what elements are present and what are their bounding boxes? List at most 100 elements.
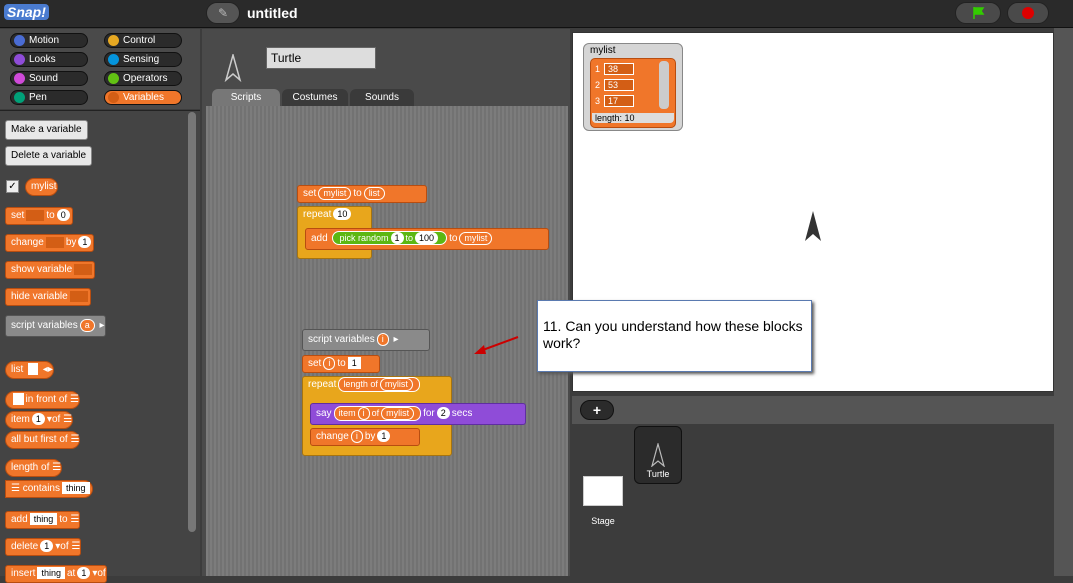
row-value[interactable]: 38 bbox=[604, 63, 635, 75]
script2-change-block[interactable]: change i by 1 bbox=[310, 428, 420, 446]
script2-set-block[interactable]: set i to 1 bbox=[302, 355, 380, 373]
list-watcher[interactable]: mylist 1 38 2 53 3 17 length: 10 bbox=[583, 43, 683, 131]
palette-scrollbar[interactable] bbox=[188, 112, 196, 532]
list-block[interactable]: list ◂▸ bbox=[5, 361, 54, 379]
hide-variable-block[interactable]: hide variable bbox=[5, 288, 91, 306]
category-color-dot bbox=[108, 73, 119, 84]
variable-checkbox[interactable]: ✓ bbox=[6, 180, 19, 193]
value-slot[interactable]: 1 bbox=[40, 540, 54, 552]
corral-bar bbox=[572, 396, 1054, 424]
item-of-reporter[interactable]: item i of mylist bbox=[333, 406, 422, 421]
value-slot[interactable]: 10 bbox=[333, 208, 352, 220]
variable-reporter-mylist[interactable]: mylist bbox=[25, 178, 58, 196]
category-looks[interactable]: Looks bbox=[10, 52, 88, 67]
tab-scripts[interactable]: Scripts bbox=[212, 89, 280, 106]
all-but-first-block[interactable]: all but first of ☰ bbox=[5, 431, 81, 449]
value-slot[interactable]: 2 bbox=[436, 407, 450, 419]
turtle-sprite-icon[interactable] bbox=[804, 210, 822, 242]
list-reporter[interactable]: list bbox=[363, 187, 385, 200]
block-label: to bbox=[405, 233, 414, 243]
length-label: length: 10 bbox=[592, 113, 674, 123]
tab-costumes[interactable]: Costumes bbox=[282, 89, 348, 106]
in-front-of-block[interactable]: in front of ☰ bbox=[5, 391, 80, 409]
category-selector: Motion Control Looks Sensing Sound Opera… bbox=[0, 29, 200, 109]
var-reporter-i[interactable]: i bbox=[357, 407, 370, 420]
pick-random-reporter[interactable]: pick random 1 to 100 bbox=[332, 231, 448, 245]
script1-set-block[interactable]: set mylist to list bbox=[297, 185, 427, 203]
watcher-scrollbar[interactable] bbox=[659, 61, 669, 109]
var-dropdown[interactable]: i bbox=[323, 357, 336, 370]
block-label: by bbox=[364, 431, 376, 442]
watcher-list: 1 38 2 53 3 17 length: 10 bbox=[590, 58, 676, 128]
sprite-name-field[interactable]: Turtle bbox=[266, 47, 376, 69]
turtle-icon bbox=[224, 54, 242, 82]
block-label: to bbox=[449, 233, 458, 244]
make-variable-button[interactable]: Make a variable bbox=[5, 120, 88, 140]
value-slot[interactable]: 1 bbox=[377, 430, 391, 442]
category-sensing[interactable]: Sensing bbox=[104, 52, 182, 67]
length-of-reporter[interactable]: length of mylist bbox=[338, 377, 420, 392]
delete-variable-button[interactable]: Delete a variable bbox=[5, 146, 93, 166]
list-var-reporter[interactable]: mylist bbox=[379, 378, 413, 391]
show-variable-block[interactable]: show variable bbox=[5, 261, 96, 279]
delete-block[interactable]: delete 1 ▾of ☰ bbox=[5, 538, 82, 556]
category-control[interactable]: Control bbox=[104, 33, 182, 48]
script1-add-block[interactable]: add pick random 1 to 100 to mylist bbox=[305, 228, 549, 250]
category-motion[interactable]: Motion bbox=[10, 33, 88, 48]
category-color-dot bbox=[14, 54, 25, 65]
list-var-reporter[interactable]: mylist bbox=[381, 407, 415, 420]
script-variables-block[interactable]: script variables a ▸ bbox=[5, 315, 106, 337]
value-slot[interactable]: thing bbox=[62, 482, 90, 494]
stage-thumbnail[interactable] bbox=[583, 476, 623, 506]
value-slot[interactable]: thing bbox=[37, 567, 65, 579]
block-label: by bbox=[65, 237, 77, 248]
value-slot[interactable]: 1 bbox=[78, 236, 92, 248]
length-of-block[interactable]: length of ☰ bbox=[5, 459, 63, 477]
value-slot[interactable]: 100 bbox=[415, 232, 439, 244]
script2-say-block[interactable]: say item i of mylist for 2 secs bbox=[310, 403, 526, 425]
row-value[interactable]: 53 bbox=[604, 79, 635, 91]
script2-script-variables-block[interactable]: script variables i ▸ bbox=[302, 329, 430, 351]
snap-logo[interactable]: Snap! bbox=[4, 4, 49, 20]
var-dropdown[interactable] bbox=[26, 209, 45, 221]
value-slot[interactable]: 1 bbox=[347, 357, 361, 369]
insert-block[interactable]: insert thing at 1 ▾of bbox=[5, 565, 107, 583]
value-slot[interactable] bbox=[13, 393, 24, 405]
block-label: say bbox=[316, 408, 332, 419]
change-block[interactable]: change by 1 bbox=[5, 234, 95, 252]
contains-block[interactable]: ☰ contains thing bbox=[5, 480, 93, 498]
set-block[interactable]: set to 0 bbox=[5, 207, 73, 225]
green-flag-button[interactable] bbox=[955, 2, 1001, 24]
list-slot[interactable] bbox=[28, 363, 39, 375]
add-sprite-button[interactable]: + bbox=[580, 400, 614, 420]
right-scrollbar[interactable] bbox=[1054, 28, 1073, 576]
add-block[interactable]: add thing to ☰ bbox=[5, 511, 81, 529]
list-var-reporter[interactable]: mylist bbox=[459, 232, 493, 245]
var-dropdown[interactable]: mylist bbox=[318, 187, 352, 200]
category-sound[interactable]: Sound bbox=[10, 71, 88, 86]
category-operators[interactable]: Operators bbox=[104, 71, 182, 86]
block-label: in front of bbox=[25, 394, 68, 405]
item-of-block[interactable]: item 1 ▾of ☰ bbox=[5, 411, 74, 429]
value-slot[interactable]: 1 bbox=[390, 232, 404, 244]
category-variables[interactable]: Variables bbox=[104, 90, 182, 105]
var-dropdown[interactable] bbox=[69, 290, 88, 302]
var-dropdown[interactable] bbox=[45, 236, 64, 248]
block-label: show variable bbox=[11, 264, 73, 275]
tab-sounds[interactable]: Sounds bbox=[350, 89, 414, 106]
stop-button[interactable] bbox=[1007, 2, 1049, 24]
value-slot[interactable]: thing bbox=[29, 513, 58, 525]
block-label: of bbox=[51, 414, 61, 425]
value-slot[interactable]: 1 bbox=[77, 567, 91, 579]
category-pen[interactable]: Pen bbox=[10, 90, 88, 105]
block-label: length of bbox=[343, 379, 378, 389]
value-slot[interactable]: 1 bbox=[31, 413, 45, 425]
var-dropdown[interactable]: i bbox=[350, 430, 363, 443]
value-slot[interactable]: 0 bbox=[56, 209, 70, 221]
pencil-icon[interactable]: ✎ bbox=[206, 2, 240, 24]
var-dropdown[interactable] bbox=[74, 263, 93, 275]
turtle-sprite-thumbnail[interactable]: Turtle bbox=[634, 426, 682, 484]
row-value[interactable]: 17 bbox=[604, 95, 635, 107]
block-label: insert bbox=[11, 568, 36, 579]
block-label: of bbox=[371, 408, 380, 418]
